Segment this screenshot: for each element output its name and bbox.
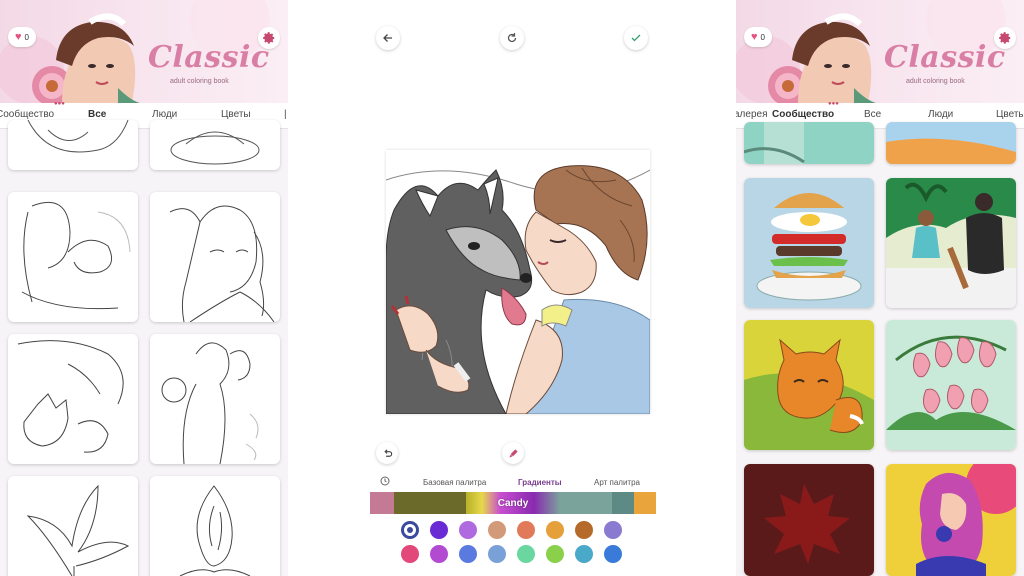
selected-gradient-label: Candy: [497, 497, 529, 509]
artwork-card[interactable]: [8, 120, 138, 170]
coloring-editor: Базовая палитра Градиенты Арт палитра Ca…: [288, 0, 736, 576]
color-swatch[interactable]: [401, 521, 419, 539]
artwork-card[interactable]: [8, 192, 138, 322]
screen: Classic adult coloring book ♥ 0 ●●● Сооб…: [0, 0, 1024, 576]
color-swatch[interactable]: [517, 545, 535, 563]
reset-button[interactable]: [500, 26, 524, 50]
artwork-card[interactable]: [886, 320, 1016, 450]
color-swatch[interactable]: [575, 521, 593, 539]
likes-count: 0: [24, 32, 29, 42]
artwork-card[interactable]: [150, 120, 280, 170]
likes-count: 0: [760, 32, 765, 42]
app-banner: Classic adult coloring book ♥ 0: [0, 0, 288, 103]
gear-icon: [263, 32, 275, 44]
color-swatch[interactable]: [430, 521, 448, 539]
done-button[interactable]: [624, 26, 648, 50]
app-banner: Classic adult coloring book ♥ 0: [736, 0, 1024, 103]
tab-people[interactable]: Люди: [928, 109, 953, 120]
artwork-card[interactable]: [150, 476, 280, 576]
color-swatch[interactable]: [604, 545, 622, 563]
tab-people[interactable]: Люди: [152, 109, 177, 120]
undo-icon: [383, 448, 392, 457]
brand-subtitle: adult coloring book: [906, 78, 965, 85]
color-swatch[interactable]: [488, 545, 506, 563]
tab-flowers[interactable]: Цветы: [996, 109, 1024, 120]
new-indicator-icon: ●●●: [54, 101, 65, 107]
color-swatch[interactable]: [546, 545, 564, 563]
history-button[interactable]: [376, 472, 394, 490]
gallery-panel-left: Classic adult coloring book ♥ 0 ●●● Сооб…: [0, 0, 288, 576]
checkmark-icon: [631, 34, 641, 42]
brand-title: Classic: [148, 40, 270, 75]
settings-button[interactable]: [994, 27, 1016, 49]
artwork-card[interactable]: [744, 178, 874, 308]
gallery-panel-right: Classic adult coloring book ♥ 0 ●●● алер…: [736, 0, 1024, 576]
color-swatch[interactable]: [459, 545, 477, 563]
color-swatch[interactable]: [430, 545, 448, 563]
artwork-card[interactable]: [886, 178, 1016, 308]
coloring-canvas[interactable]: [386, 150, 650, 414]
artwork-card[interactable]: [8, 476, 138, 576]
settings-button[interactable]: [258, 27, 280, 49]
tab-community[interactable]: Сообщество: [0, 109, 54, 120]
artwork-card[interactable]: [886, 122, 1016, 164]
tab-flowers[interactable]: Цветы: [221, 109, 251, 120]
color-swatch[interactable]: [575, 545, 593, 563]
heart-icon: ♥: [751, 30, 758, 43]
tab-gallery[interactable]: алерея: [736, 109, 768, 120]
tab-more[interactable]: |: [284, 109, 287, 120]
color-swatch[interactable]: [517, 521, 535, 539]
artwork-card[interactable]: [150, 192, 280, 322]
arrow-left-icon: [383, 34, 392, 42]
tab-art-palette[interactable]: Арт палитра: [594, 478, 640, 487]
gradient-strip[interactable]: Candy: [370, 492, 656, 514]
heart-icon: ♥: [15, 30, 22, 43]
color-swatch[interactable]: [401, 545, 419, 563]
brush-button[interactable]: [502, 442, 524, 464]
likes-button[interactable]: ♥ 0: [8, 27, 36, 47]
tab-base-palette[interactable]: Базовая палитра: [423, 478, 486, 487]
artwork-card[interactable]: [744, 122, 874, 164]
tab-gradients[interactable]: Градиенты: [518, 478, 562, 487]
undo-button[interactable]: [376, 442, 398, 464]
brand-title: Classic: [884, 40, 1006, 75]
color-swatch[interactable]: [488, 521, 506, 539]
tab-community[interactable]: Сообщество: [772, 109, 834, 120]
tab-all[interactable]: Все: [864, 109, 881, 120]
color-swatch[interactable]: [604, 521, 622, 539]
tab-all[interactable]: Все: [88, 109, 106, 120]
artwork-card[interactable]: [744, 464, 874, 576]
artwork-illustration: [386, 150, 650, 414]
history-icon: [380, 476, 390, 486]
brand-subtitle: adult coloring book: [170, 78, 229, 85]
new-indicator-icon: ●●●: [828, 101, 839, 107]
color-swatch[interactable]: [459, 521, 477, 539]
brush-icon: [508, 448, 518, 458]
artwork-card[interactable]: [150, 334, 280, 464]
likes-button[interactable]: ♥ 0: [744, 27, 772, 47]
refresh-icon: [507, 33, 517, 43]
artwork-card[interactable]: [886, 464, 1016, 576]
artwork-card[interactable]: [8, 334, 138, 464]
color-swatch[interactable]: [546, 521, 564, 539]
gear-icon: [999, 32, 1011, 44]
back-button[interactable]: [376, 26, 400, 50]
artwork-card[interactable]: [744, 320, 874, 450]
